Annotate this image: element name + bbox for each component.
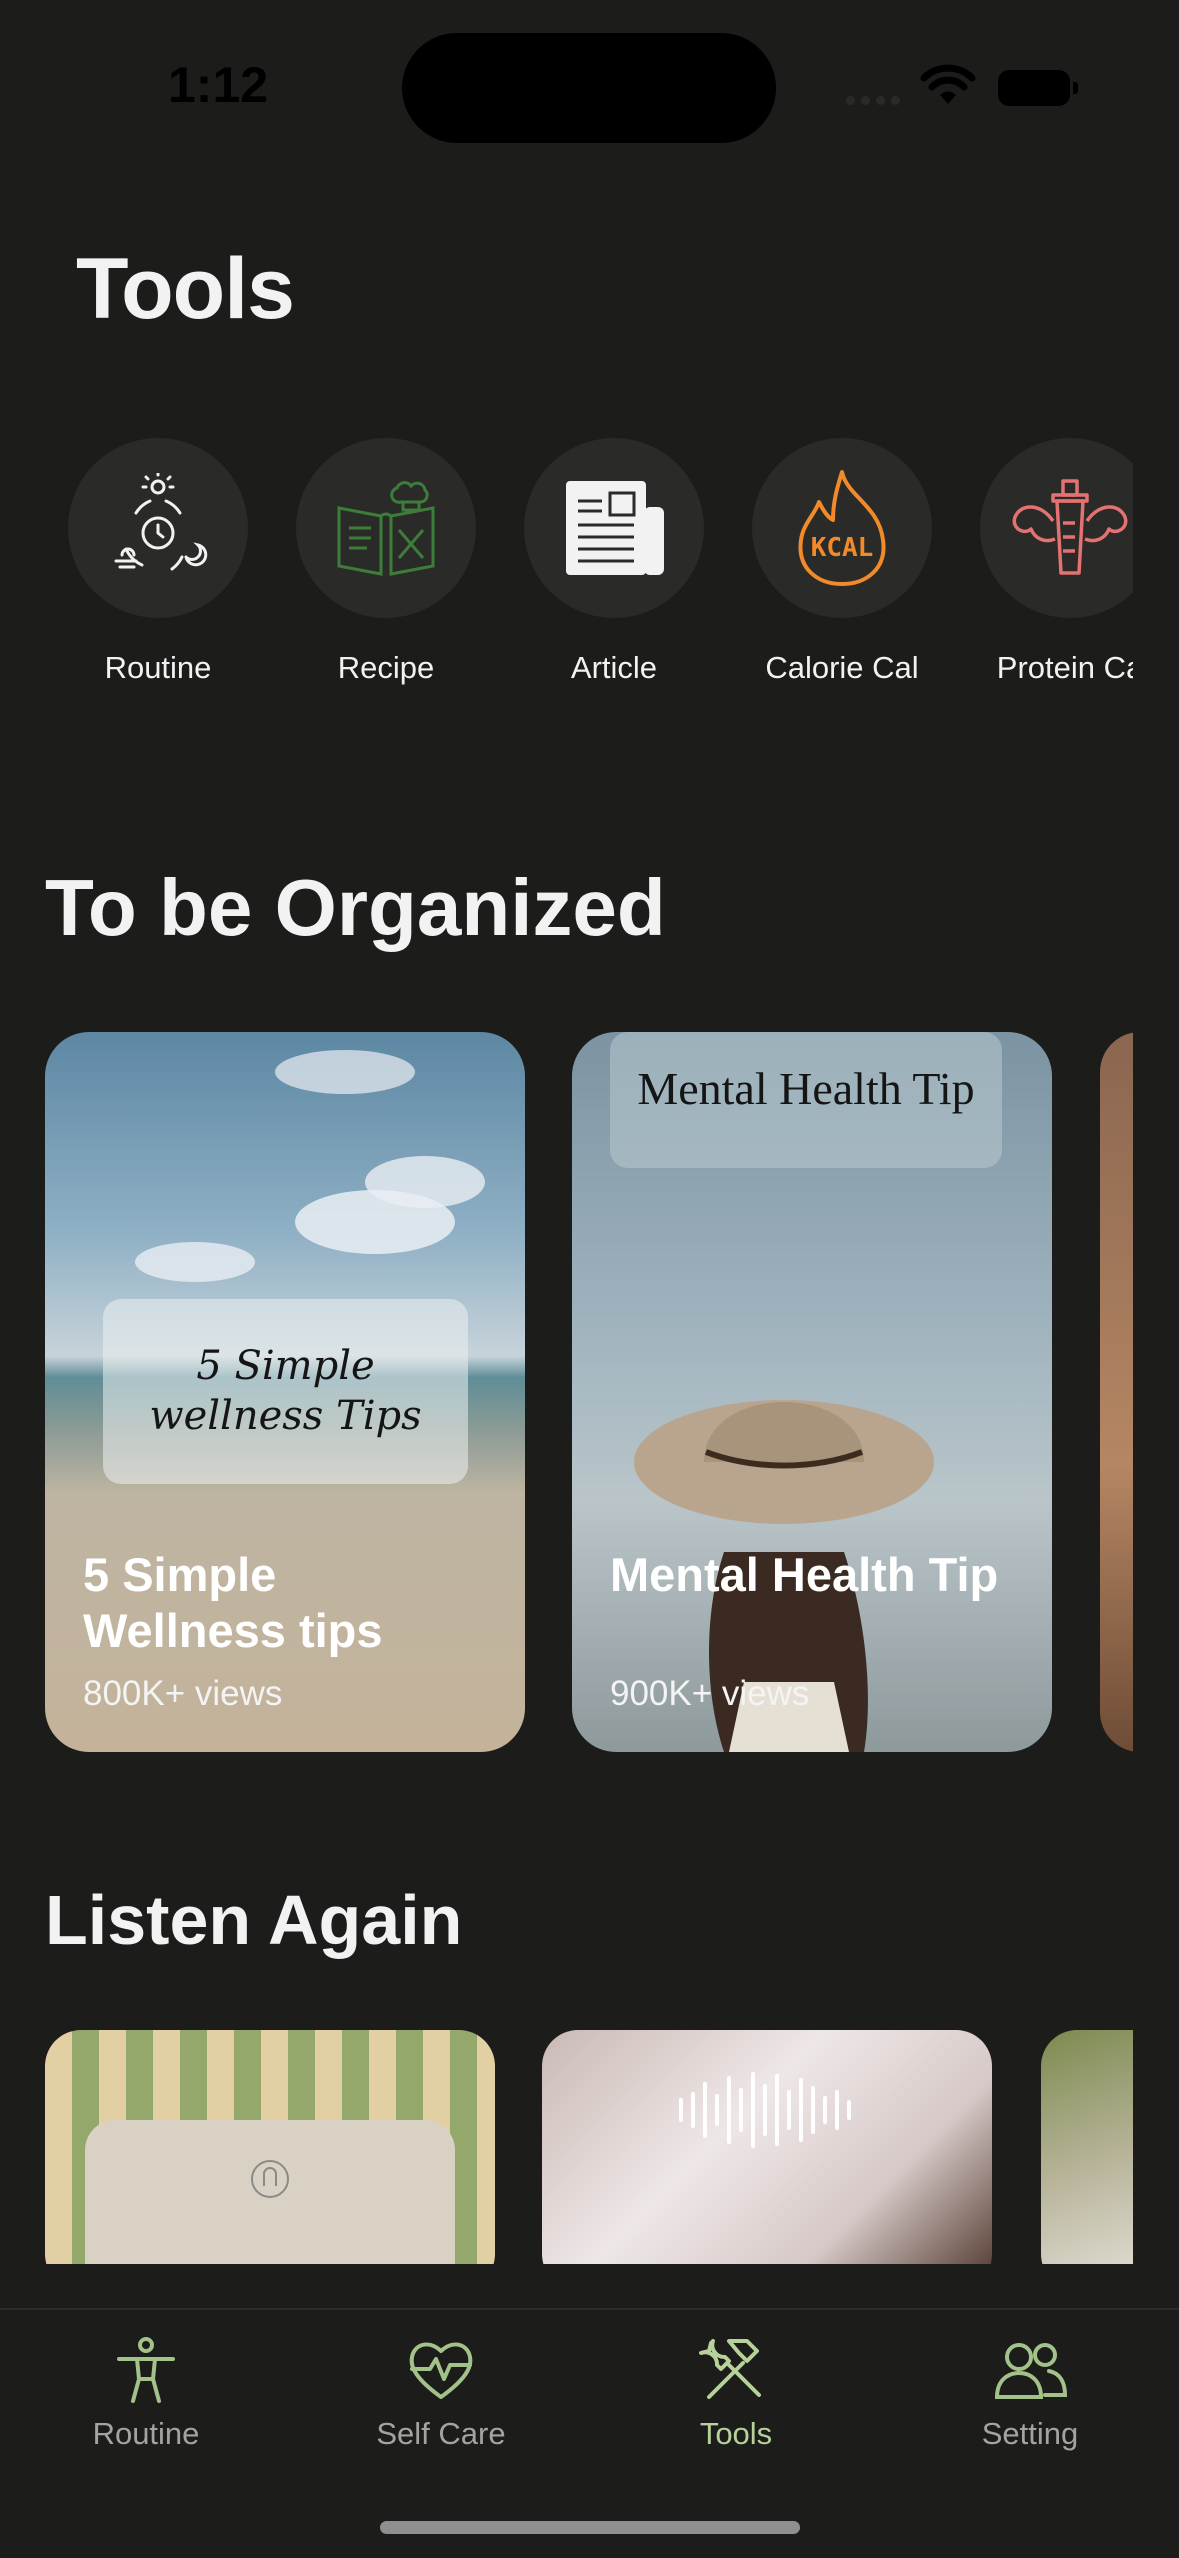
card-caption-overlay: Mental Health Tip <box>610 1032 1002 1168</box>
tool-label: Protein Ca <box>996 650 1133 685</box>
protein-shaker-icon <box>1012 479 1128 575</box>
page-title: Tools <box>76 241 295 337</box>
tool-protein-calc[interactable]: Protein Ca <box>960 438 1133 686</box>
card-views: 800K+ views <box>83 1674 283 1713</box>
tool-label: Routine <box>104 650 212 685</box>
article-card-partial[interactable] <box>1100 1032 1133 1752</box>
article-card[interactable]: 5 Simple wellness Tips 5 Simple Wellness… <box>45 1032 525 1752</box>
section-title-listen-again: Listen Again <box>45 1881 463 1959</box>
article-card[interactable]: Mental Health Tip Mental Health Tip 900K… <box>572 1032 1052 1752</box>
tab-label: Self Care <box>376 2416 506 2451</box>
home-indicator[interactable] <box>380 2521 800 2534</box>
tool-label: Calorie Cal <box>765 650 919 685</box>
battery-icon <box>998 70 1078 106</box>
status-time: 1:12 <box>168 57 269 113</box>
organized-carousel[interactable]: 5 Simple wellness Tips 5 Simple Wellness… <box>0 1032 1133 1752</box>
audio-card[interactable] <box>542 2030 992 2264</box>
section-title-organized: To be Organized <box>45 863 666 952</box>
card-caption: 5 Simple wellness Tips <box>149 1343 422 1439</box>
tool-article[interactable]: Article <box>504 438 724 686</box>
card-title: 5 Simple Wellness tips <box>83 1548 383 1657</box>
wifi-icon <box>920 64 976 104</box>
card-caption-overlay: 5 Simple wellness Tips <box>103 1299 468 1484</box>
users-icon <box>994 2343 1068 2399</box>
status-bar: 1:12 <box>0 0 1179 150</box>
tool-label: Recipe <box>337 650 435 685</box>
tool-calorie-cal[interactable]: KCAL Calorie Cal <box>732 438 952 686</box>
tab-setting[interactable]: Setting <box>910 2335 1150 2452</box>
kcal-flame-icon: KCAL <box>798 470 886 586</box>
heart-pulse-icon <box>409 2342 473 2399</box>
svg-text:KCAL: KCAL <box>811 533 874 563</box>
tools-carousel[interactable]: Routine Recipe Article KCAL Calorie Cal … <box>0 438 1133 698</box>
tool-recipe[interactable]: Recipe <box>276 438 496 686</box>
tab-label: Tools <box>699 2416 773 2451</box>
logo-icon <box>251 2160 289 2198</box>
tab-label: Routine <box>92 2416 200 2451</box>
tool-routine[interactable]: Routine <box>48 438 268 686</box>
listen-again-carousel[interactable] <box>0 2030 1133 2264</box>
audio-card-partial[interactable] <box>1041 2030 1133 2264</box>
dynamic-island <box>402 33 776 143</box>
person-icon <box>117 2337 175 2403</box>
tools-icon <box>699 2339 761 2399</box>
tab-self-care[interactable]: Self Care <box>321 2335 561 2452</box>
tab-tools[interactable]: Tools <box>616 2335 856 2452</box>
audio-card[interactable] <box>45 2030 495 2264</box>
tab-label: Setting <box>981 2416 1079 2451</box>
routine-cycle-icon <box>114 473 208 571</box>
card-caption: Mental Health Tip <box>637 1063 975 1114</box>
cellular-signal-icon <box>846 92 906 110</box>
cloud-icon <box>135 1050 485 1282</box>
sound-wave-icon <box>679 2072 851 2148</box>
card-views: 900K+ views <box>610 1674 810 1713</box>
tool-label: Article <box>570 650 658 685</box>
newspaper-icon <box>566 481 664 575</box>
card-title: Mental Health Tip <box>610 1548 999 1601</box>
tab-routine[interactable]: Routine <box>26 2335 266 2452</box>
recipe-book-icon <box>337 481 435 576</box>
